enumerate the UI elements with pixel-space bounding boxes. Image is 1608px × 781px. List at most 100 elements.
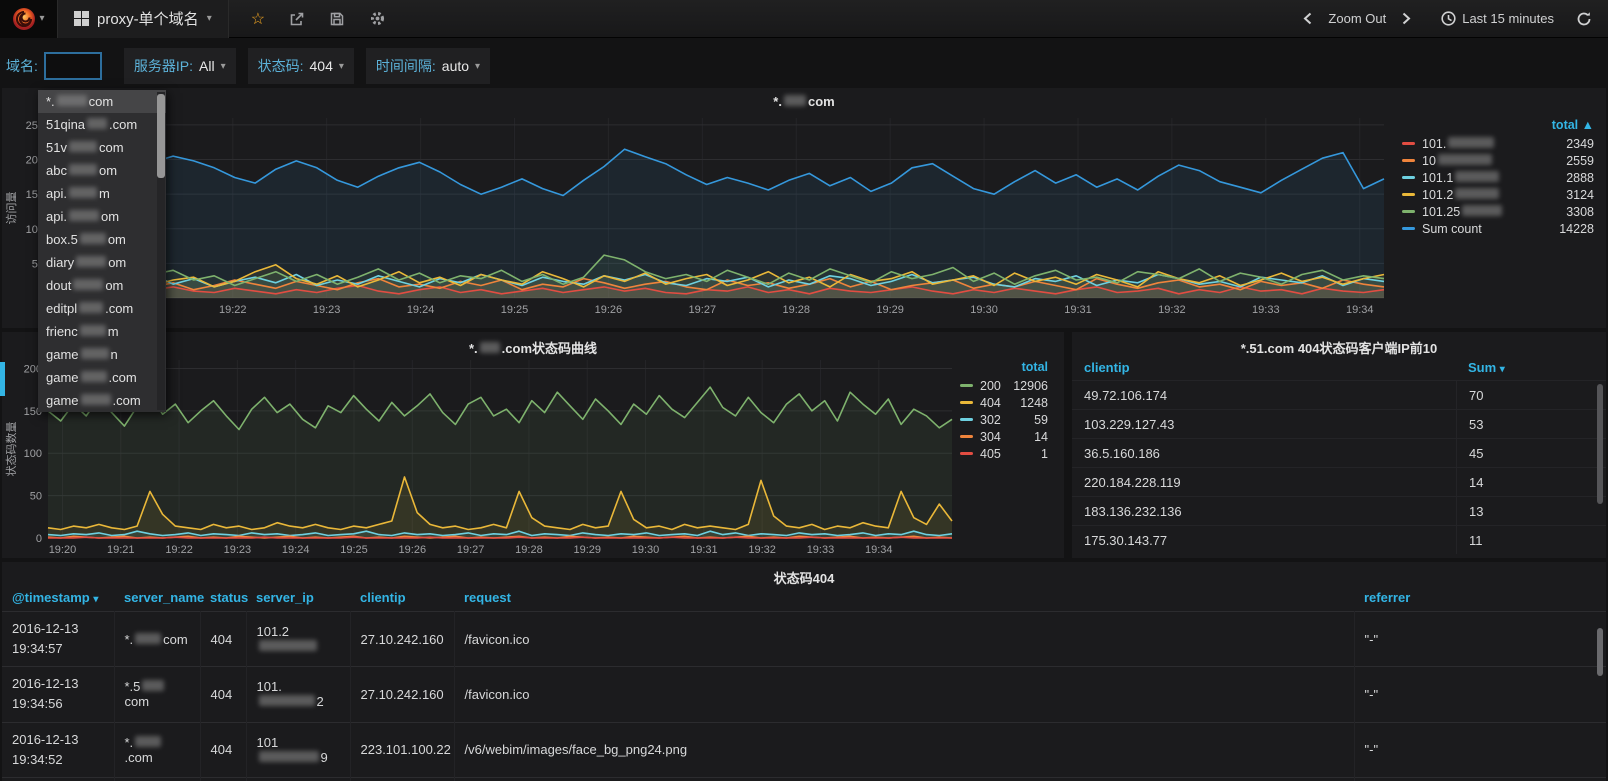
dropdown-option[interactable]: box.5 om xyxy=(38,228,166,251)
template-variables-bar: 域名: 服务器IP: All ▾ 状态码: 404 ▾ 时间间隔: auto ▾ xyxy=(6,44,491,88)
series-total: 2349 xyxy=(1566,136,1594,151)
clientip-cell: 27.10.242.160 xyxy=(350,666,455,723)
dropdown-option[interactable]: editpl .com xyxy=(38,297,166,320)
refresh-icon[interactable] xyxy=(1576,11,1592,27)
ip-table-row: 220.184.228.119 14 xyxy=(1072,467,1606,496)
legend-row[interactable]: 405 1 xyxy=(956,445,1052,462)
panel-title[interactable]: 状态码404 xyxy=(2,562,1606,586)
dropdown-option[interactable]: diary om xyxy=(38,251,166,274)
chevron-down-icon: ▾ xyxy=(220,60,226,72)
filter-status-code[interactable]: 状态码: 404 ▾ xyxy=(247,48,354,84)
series-label: 405 xyxy=(980,446,1001,461)
svg-text:19:27: 19:27 xyxy=(689,304,717,316)
scrollbar[interactable] xyxy=(1597,628,1603,676)
redacted-text xyxy=(1437,153,1492,165)
empty-cell xyxy=(1354,776,1606,781)
sort-desc-icon: ▾ xyxy=(93,594,99,605)
save-icon[interactable] xyxy=(329,11,345,27)
legend-row[interactable]: 304 14 xyxy=(956,428,1052,445)
star-icon[interactable]: ☆ xyxy=(251,9,265,29)
legend-row[interactable]: 302 59 xyxy=(956,411,1052,428)
column-header-request[interactable]: request xyxy=(454,584,1354,612)
traffic-chart[interactable]: 19:22 19:23 19:24 19:25 19:26 19:27 19:28 19:29… xyxy=(2,112,1392,321)
status-code-chart-legend: total 200 12906 404 1248 302 59 304 14 405 1 xyxy=(956,358,1052,462)
column-header-timestamp[interactable]: @timestamp ▾ xyxy=(2,584,114,612)
legend-row[interactable]: 200 12906 xyxy=(956,377,1052,394)
dashboard-picker[interactable]: proxy-单个域名 ▾ xyxy=(58,0,229,38)
domain-input[interactable] xyxy=(43,52,102,80)
dropdown-option[interactable]: abc om xyxy=(38,159,166,182)
server-name-cell: *.5com xyxy=(114,666,201,723)
panel-title[interactable]: *.51.com 404状态码客户端IP前10 xyxy=(1072,332,1606,356)
empty-cell xyxy=(350,776,455,781)
time-picker[interactable]: Last 15 minutes xyxy=(1441,11,1554,26)
svg-text:19:28: 19:28 xyxy=(515,544,543,556)
svg-text:状态码数量: 状态码数量 xyxy=(4,422,18,477)
legend-row[interactable]: 101. 2349 xyxy=(1398,135,1598,152)
dropdown-option[interactable]: game n xyxy=(38,343,166,366)
panel-title[interactable]: *. com xyxy=(2,88,1606,110)
dropdown-option[interactable]: game .com xyxy=(38,366,166,389)
redacted-text xyxy=(1455,187,1500,199)
dropdown-option[interactable]: *. com xyxy=(38,90,166,113)
ip-table-row: 175.30.143.77 11 xyxy=(1072,525,1606,554)
scrollbar[interactable] xyxy=(1597,384,1603,504)
dropdown-option[interactable]: api. om xyxy=(38,205,166,228)
dropdown-option[interactable]: game .com xyxy=(38,389,166,412)
sort-desc-icon: ▾ xyxy=(1499,363,1505,375)
filter-server-ip[interactable]: 服务器IP: All ▾ xyxy=(123,48,236,84)
svg-text:19:29: 19:29 xyxy=(876,304,904,316)
clientip-cell: 36.5.160.186 xyxy=(1084,445,1160,461)
column-header-referrer[interactable]: referrer xyxy=(1354,584,1606,612)
legend-row[interactable]: 101.25 3308 xyxy=(1398,203,1598,220)
legend-total-header[interactable]: total ▲ xyxy=(1398,116,1598,135)
legend-row[interactable]: Sum count 14228 xyxy=(1398,220,1598,237)
dropdown-option[interactable]: frienc m xyxy=(38,320,166,343)
clientip-cell: 49.72.106.174 xyxy=(1084,387,1168,403)
column-header-sum[interactable]: Sum ▾ xyxy=(1456,360,1606,375)
grafana-logo-button[interactable]: ▾ xyxy=(0,0,58,38)
zoom-out-button[interactable]: Zoom Out xyxy=(1328,11,1386,26)
dropdown-option[interactable]: 51v com xyxy=(38,136,166,159)
svg-text:19:26: 19:26 xyxy=(399,544,427,556)
column-header-clientip[interactable]: clientip xyxy=(1072,360,1456,375)
series-label: 304 xyxy=(980,429,1001,444)
dropdown-option[interactable]: api. m xyxy=(38,182,166,205)
legend-row[interactable]: 404 1248 xyxy=(956,394,1052,411)
redacted-text xyxy=(135,735,162,747)
legend-total-header[interactable]: total xyxy=(956,358,1052,377)
svg-text:50: 50 xyxy=(30,491,42,503)
request-cell: /v6/webim/images/face_bg_png24.png xyxy=(454,721,1355,778)
share-icon[interactable] xyxy=(289,11,305,27)
column-header-server-name[interactable]: server_name xyxy=(114,584,204,612)
dropdown-option[interactable]: dout om xyxy=(38,274,166,297)
svg-text:19:26: 19:26 xyxy=(595,304,623,316)
series-label: 200 xyxy=(980,378,1001,393)
clientip-cell: 183.136.232.136 xyxy=(1084,503,1182,519)
dropdown-scrollbar[interactable] xyxy=(157,94,165,178)
svg-text:19:23: 19:23 xyxy=(313,304,341,316)
row-control-strip[interactable] xyxy=(0,362,5,396)
svg-text:19:30: 19:30 xyxy=(970,304,998,316)
legend-row[interactable]: 101.1 2888 xyxy=(1398,169,1598,186)
empty-cell xyxy=(200,776,247,781)
filter-interval[interactable]: 时间间隔: auto ▾ xyxy=(365,48,491,84)
svg-text:19:25: 19:25 xyxy=(340,544,368,556)
zoom-out-left-chevron-icon[interactable] xyxy=(1303,12,1312,25)
svg-text:19:25: 19:25 xyxy=(501,304,529,316)
legend-row[interactable]: 101.2 3124 xyxy=(1398,186,1598,203)
series-color-dash xyxy=(960,384,973,387)
column-header-server-ip[interactable]: server_ip xyxy=(246,584,350,612)
zoom-out-right-chevron-icon[interactable] xyxy=(1402,12,1411,25)
clientip-cell: 223.101.100.22 xyxy=(350,721,455,778)
column-header-clientip[interactable]: clientip xyxy=(350,584,454,612)
dropdown-option[interactable]: 51qina .com xyxy=(38,113,166,136)
svg-text:19:32: 19:32 xyxy=(1158,304,1186,316)
svg-text:19:33: 19:33 xyxy=(807,544,835,556)
sum-cell: 14 xyxy=(1456,468,1606,496)
legend-row[interactable]: 10 2559 xyxy=(1398,152,1598,169)
panel-top-client-ips: *.51.com 404状态码客户端IP前10 clientip Sum ▾ 4… xyxy=(1072,332,1606,558)
settings-gear-icon[interactable] xyxy=(369,10,386,27)
column-header-status[interactable]: status xyxy=(200,584,248,612)
series-color-dash xyxy=(1402,193,1415,196)
